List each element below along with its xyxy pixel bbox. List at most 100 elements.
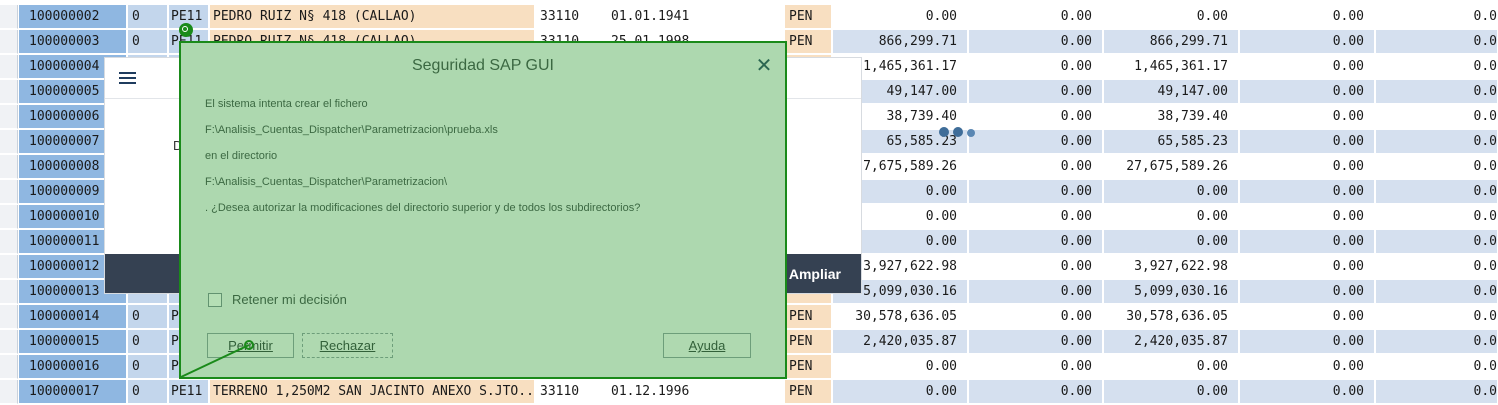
cell-n4[interactable]: 0.00 [1240, 230, 1375, 254]
checkbox-box[interactable] [208, 292, 222, 307]
cell-n4[interactable]: 0.00 [1240, 205, 1375, 229]
cell-n2[interactable]: 0.00 [969, 55, 1103, 79]
cell-n1[interactable]: 30,578,636.05 [833, 305, 968, 329]
cell-cur[interactable]: PEN [785, 30, 832, 54]
cell-cur[interactable]: PEN [785, 355, 832, 379]
cell-z[interactable]: 0 [128, 305, 168, 329]
cell-n3[interactable]: 5,099,030.16 [1104, 280, 1239, 304]
cell-n5[interactable]: 0.0 [1376, 80, 1498, 104]
cell-n3[interactable]: 1,465,361.17 [1104, 55, 1239, 79]
cell-n1[interactable]: 0.00 [833, 355, 968, 379]
cell-n4[interactable]: 0.00 [1240, 155, 1375, 179]
cell-n4[interactable]: 0.00 [1240, 280, 1375, 304]
cell-n5[interactable]: 0.0 [1376, 155, 1498, 179]
cell-n5[interactable]: 0.0 [1376, 280, 1498, 304]
cell-n3[interactable]: 65,585.23 [1104, 130, 1239, 154]
cell-n4[interactable]: 0.00 [1240, 330, 1375, 354]
cell-n5[interactable]: 0.0 [1376, 130, 1498, 154]
cell-n4[interactable]: 0.00 [1240, 130, 1375, 154]
cell-n3[interactable]: 30,578,636.05 [1104, 305, 1239, 329]
cell-n2[interactable]: 0.00 [969, 130, 1103, 154]
cell-z[interactable]: 0 [128, 355, 168, 379]
cell-n2[interactable]: 0.00 [969, 330, 1103, 354]
cell-z[interactable]: 0 [128, 30, 168, 54]
cell-n2[interactable]: 0.00 [969, 105, 1103, 129]
cell-cta[interactable]: 33110 [536, 5, 607, 29]
cell-n5[interactable]: 0.0 [1376, 380, 1498, 404]
cell-n1[interactable]: 2,420,035.87 [833, 330, 968, 354]
cell-n4[interactable]: 0.00 [1240, 255, 1375, 279]
cell-n3[interactable]: 0.00 [1104, 380, 1239, 404]
cell-cur[interactable]: PEN [785, 380, 832, 404]
cell-n2[interactable]: 0.00 [969, 305, 1103, 329]
cell-cur[interactable]: PEN [785, 330, 832, 354]
cell-n3[interactable]: 0.00 [1104, 205, 1239, 229]
cell-n3[interactable]: 49,147.00 [1104, 80, 1239, 104]
cell-cur[interactable]: PEN [785, 305, 832, 329]
cell-name[interactable]: PEDRO RUIZ N§ 418 (CALLAO) [210, 5, 535, 29]
cell-n3[interactable]: 0.00 [1104, 230, 1239, 254]
cell-n2[interactable]: 0.00 [969, 255, 1103, 279]
cell-n3[interactable]: 0.00 [1104, 5, 1239, 29]
cell-n3[interactable]: 38,739.40 [1104, 105, 1239, 129]
cell-n2[interactable]: 0.00 [969, 230, 1103, 254]
help-button[interactable]: Ayuda [663, 333, 751, 358]
cell-n5[interactable]: 0.0 [1376, 5, 1498, 29]
cell-n5[interactable]: 0.0 [1376, 230, 1498, 254]
cell-account[interactable]: 100000002 [19, 5, 127, 29]
cell-n1[interactable]: 0.00 [833, 5, 968, 29]
cell-account[interactable]: 100000014 [19, 305, 127, 329]
cell-n3[interactable]: 3,927,622.98 [1104, 255, 1239, 279]
cell-n2[interactable]: 0.00 [969, 80, 1103, 104]
cell-n2[interactable]: 0.00 [969, 205, 1103, 229]
cell-n4[interactable]: 0.00 [1240, 180, 1375, 204]
cell-n2[interactable]: 0.00 [969, 30, 1103, 54]
cell-n3[interactable]: 2,420,035.87 [1104, 330, 1239, 354]
cell-n5[interactable]: 0.0 [1376, 105, 1498, 129]
cell-cur[interactable]: PEN [785, 5, 832, 29]
cell-z[interactable]: 0 [128, 380, 168, 404]
cell-account[interactable]: 100000015 [19, 330, 127, 354]
cell-n5[interactable]: 0.0 [1376, 330, 1498, 354]
cell-n4[interactable]: 0.00 [1240, 55, 1375, 79]
cell-n4[interactable]: 0.00 [1240, 380, 1375, 404]
cell-n5[interactable]: 0.0 [1376, 355, 1498, 379]
cell-n4[interactable]: 0.00 [1240, 355, 1375, 379]
cell-empty[interactable] [697, 5, 784, 29]
cell-n3[interactable]: 0.00 [1104, 180, 1239, 204]
table-row[interactable]: 100000002 0 PE11 PEDRO RUIZ N§ 418 (CALLAO)… [0, 5, 1498, 30]
cell-n2[interactable]: 0.00 [969, 355, 1103, 379]
cell-n3[interactable]: 866,299.71 [1104, 30, 1239, 54]
cell-n3[interactable]: 0.00 [1104, 355, 1239, 379]
menu-icon[interactable] [119, 72, 136, 84]
cell-n4[interactable]: 0.00 [1240, 80, 1375, 104]
cell-n5[interactable]: 0.0 [1376, 55, 1498, 79]
cell-account[interactable]: 100000003 [19, 30, 127, 54]
cell-n2[interactable]: 0.00 [969, 280, 1103, 304]
cell-n5[interactable]: 0.0 [1376, 30, 1498, 54]
cell-n2[interactable]: 0.00 [969, 5, 1103, 29]
cell-n5[interactable]: 0.0 [1376, 205, 1498, 229]
cell-date[interactable]: 01.01.1941 [608, 5, 696, 29]
cell-n2[interactable]: 0.00 [969, 180, 1103, 204]
cell-n5[interactable]: 0.0 [1376, 255, 1498, 279]
cell-n5[interactable]: 0.0 [1376, 305, 1498, 329]
cell-z[interactable]: 0 [128, 5, 168, 29]
cell-cta[interactable]: 33110 [536, 380, 607, 404]
cell-date[interactable]: 01.12.1996 [608, 380, 696, 404]
cell-n3[interactable]: 27,675,589.26 [1104, 155, 1239, 179]
close-icon[interactable]: ✕ [753, 55, 775, 77]
reject-button[interactable]: Rechazar [302, 333, 393, 358]
cell-n5[interactable]: 0.0 [1376, 180, 1498, 204]
cell-account[interactable]: 100000017 [19, 380, 127, 404]
cell-n4[interactable]: 0.00 [1240, 5, 1375, 29]
cell-empty[interactable] [697, 380, 784, 404]
cell-n4[interactable]: 0.00 [1240, 305, 1375, 329]
cell-n1[interactable]: 866,299.71 [833, 30, 968, 54]
cell-n2[interactable]: 0.00 [969, 155, 1103, 179]
cell-n4[interactable]: 0.00 [1240, 30, 1375, 54]
cell-z[interactable]: 0 [128, 330, 168, 354]
retain-decision-checkbox[interactable]: Retener mi decisión [208, 292, 347, 307]
cell-n4[interactable]: 0.00 [1240, 105, 1375, 129]
cell-n1[interactable]: 0.00 [833, 380, 968, 404]
